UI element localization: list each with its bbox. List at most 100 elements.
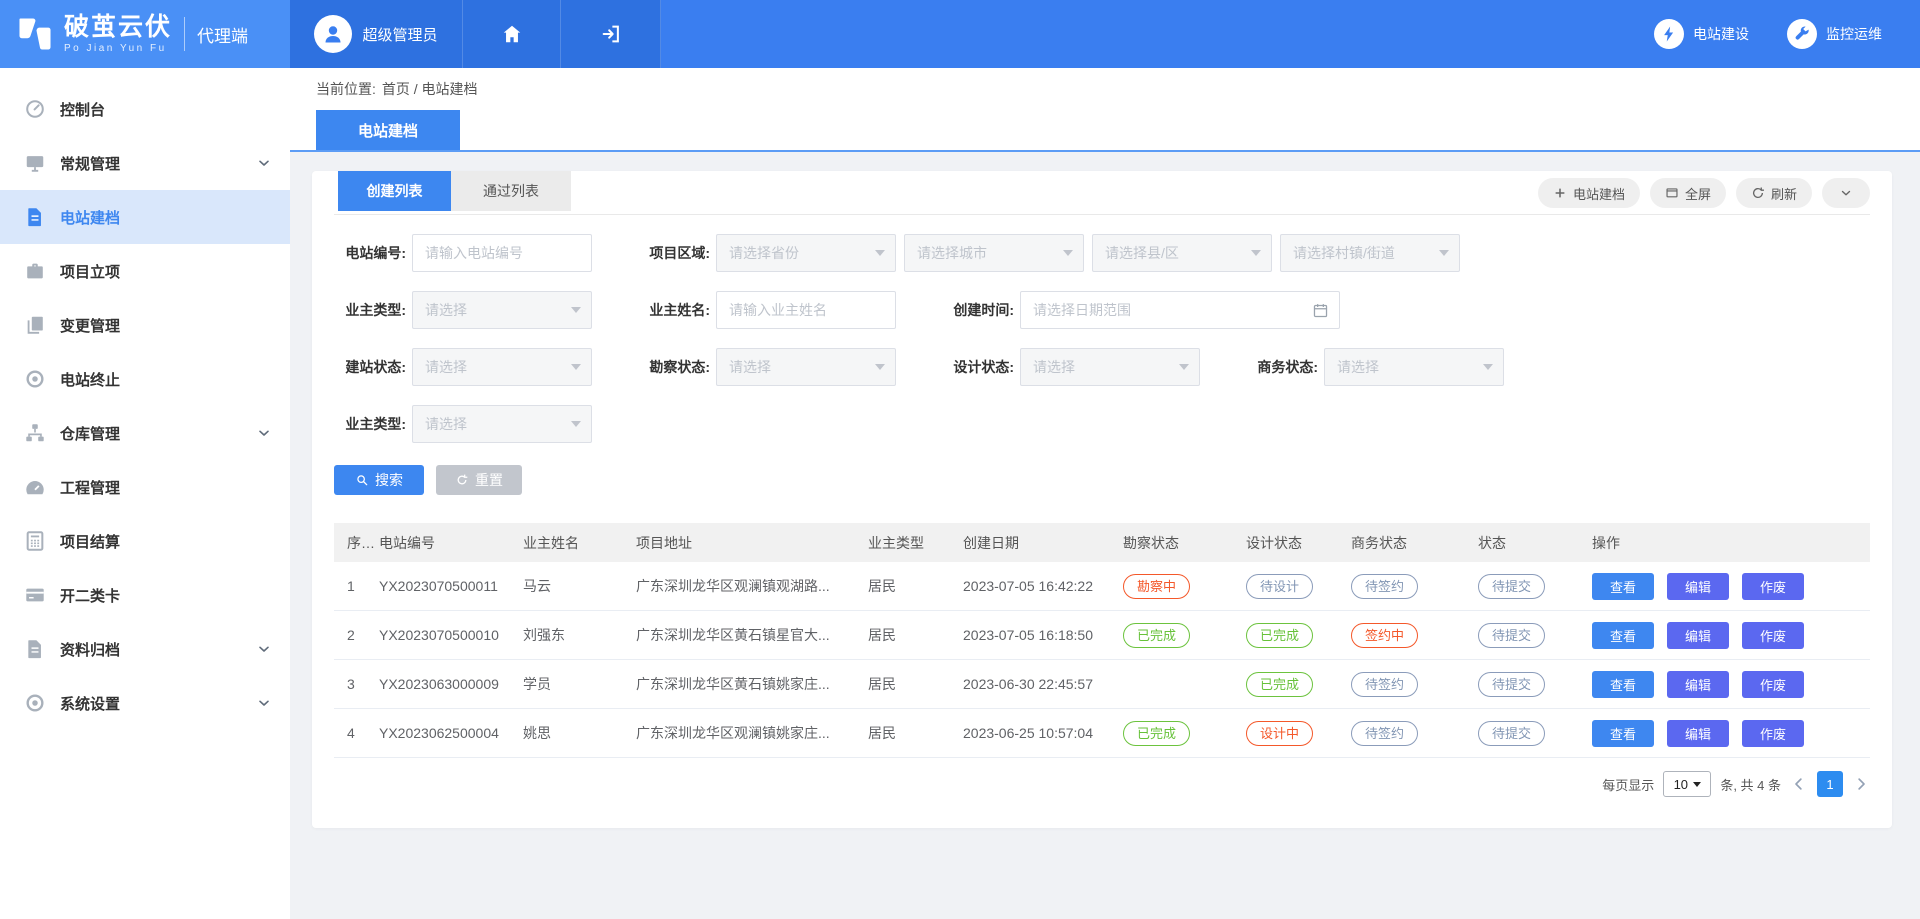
sidebar-item-label: 控制台 xyxy=(60,99,105,120)
sidebar-item-label: 工程管理 xyxy=(60,477,120,498)
brand: 破茧云伏 Po Jian Yun Fu 代理端 xyxy=(0,0,290,68)
owner-name-label: 业主姓名: xyxy=(638,300,710,320)
filter-station-code: 电站编号: xyxy=(334,234,592,272)
owner-type-select[interactable]: 请选择 xyxy=(412,291,592,329)
reset-button[interactable]: 重置 xyxy=(436,465,522,495)
owner-name-input[interactable] xyxy=(716,291,896,329)
status-badge-cell: 待提交 xyxy=(1478,623,1592,648)
date-range-picker[interactable]: 请选择日期范围 xyxy=(1020,291,1340,329)
view-button[interactable]: 查看 xyxy=(1592,573,1654,600)
business-status-badge-cell: 待签约 xyxy=(1351,672,1478,697)
per-page-select[interactable]: 10 xyxy=(1663,771,1711,797)
void-button[interactable]: 作废 xyxy=(1742,573,1804,600)
owner-type: 居民 xyxy=(868,576,963,596)
void-button[interactable]: 作废 xyxy=(1742,720,1804,747)
edit-button[interactable]: 编辑 xyxy=(1667,622,1729,649)
sidebar-item-settings[interactable]: 系统设置 xyxy=(0,676,290,730)
total-count-label: 条, 共 4 条 xyxy=(1720,775,1781,794)
business-status-label: 商务状态: xyxy=(1246,357,1318,377)
user-name: 超级管理员 xyxy=(362,24,437,45)
sidebar-item-monitor[interactable]: 常规管理 xyxy=(0,136,290,190)
collapse-toolbar-button[interactable] xyxy=(1822,178,1870,208)
home-button[interactable] xyxy=(463,0,561,68)
bolt-icon xyxy=(1654,19,1684,49)
table-row: 1YX2023070500011马云广东深圳龙华区观澜镇观湖路...居民2023… xyxy=(334,562,1870,611)
owner-name: 姚思 xyxy=(523,723,636,743)
row-actions: 查看编辑作废 xyxy=(1592,671,1870,698)
reset-label: 重置 xyxy=(475,470,503,490)
sidebar-item-gauge[interactable]: 工程管理 xyxy=(0,460,290,514)
refresh-button[interactable]: 刷新 xyxy=(1736,178,1812,208)
owner-type-2-select[interactable]: 请选择 xyxy=(412,405,592,443)
filter-owner-name: 业主姓名: xyxy=(638,291,896,329)
sidebar-item-bank-card[interactable]: 开二类卡 xyxy=(0,568,290,622)
chevron-down-icon xyxy=(256,695,272,711)
chevron-down-icon xyxy=(256,155,272,171)
fullscreen-button[interactable]: 全屏 xyxy=(1650,178,1726,208)
table-row: 4YX2023062500004姚思广东深圳龙华区观澜镇姚家庄...居民2023… xyxy=(334,709,1870,758)
filter-row-1: 电站编号: 项目区域: 请选择省份 请选择城市 请选择县/区 请选择村镇/街道 xyxy=(334,234,1870,272)
brand-subtitle: Po Jian Yun Fu xyxy=(64,44,172,54)
edit-button[interactable]: 编辑 xyxy=(1667,671,1729,698)
sidebar-item-dashboard[interactable]: 控制台 xyxy=(0,82,290,136)
void-button[interactable]: 作废 xyxy=(1742,671,1804,698)
build-status-select[interactable]: 请选择 xyxy=(412,348,592,386)
create-time-label: 创建时间: xyxy=(942,300,1014,320)
sidebar-item-label: 电站建档 xyxy=(60,207,120,228)
view-button[interactable]: 查看 xyxy=(1592,671,1654,698)
archive-icon xyxy=(24,638,46,660)
business-status-placeholder: 请选择 xyxy=(1337,357,1379,377)
survey-status-select[interactable]: 请选择 xyxy=(716,348,896,386)
sidebar-item-document[interactable]: 电站建档 xyxy=(0,190,290,244)
sidebar-item-briefcase[interactable]: 项目立项 xyxy=(0,244,290,298)
city-select[interactable]: 请选择城市 xyxy=(904,234,1084,272)
next-page-button[interactable] xyxy=(1852,775,1870,793)
business-status-select[interactable]: 请选择 xyxy=(1324,348,1504,386)
caret-down-icon xyxy=(1063,250,1073,256)
nav-station-build[interactable]: 电站建设 xyxy=(1654,0,1749,68)
sidebar-item-label: 电站终止 xyxy=(60,369,120,390)
logout-button[interactable] xyxy=(561,0,661,68)
sidebar-item-label: 项目立项 xyxy=(60,261,120,282)
sidebar-item-copy[interactable]: 变更管理 xyxy=(0,298,290,352)
app-window: 破茧云伏 Po Jian Yun Fu 代理端 超级管理员 电站建设 监控运维 … xyxy=(0,0,1920,919)
search-button[interactable]: 搜索 xyxy=(334,465,424,495)
design-status-placeholder: 请选择 xyxy=(1033,357,1075,377)
town-select[interactable]: 请选择村镇/街道 xyxy=(1280,234,1460,272)
column-header: 业主姓名 xyxy=(523,533,636,553)
created-date: 2023-07-05 16:18:50 xyxy=(963,627,1123,643)
fullscreen-icon xyxy=(1665,186,1679,200)
sidebar-item-stop-circle[interactable]: 电站终止 xyxy=(0,352,290,406)
nav-monitor-ops[interactable]: 监控运维 xyxy=(1787,0,1882,68)
column-header: 勘察状态 xyxy=(1123,533,1246,553)
business-status-badge-cell: 待签约 xyxy=(1351,574,1478,599)
tab-passed-list[interactable]: 通过列表 xyxy=(451,171,571,211)
project-address: 广东深圳龙华区观澜镇观湖路... xyxy=(636,576,868,596)
row-index: 1 xyxy=(334,578,379,594)
sidebar-item-archive[interactable]: 资料归档 xyxy=(0,622,290,676)
province-select[interactable]: 请选择省份 xyxy=(716,234,896,272)
create-station-button[interactable]: 电站建档 xyxy=(1538,178,1640,208)
void-button[interactable]: 作废 xyxy=(1742,622,1804,649)
prev-page-button[interactable] xyxy=(1790,775,1808,793)
page-tab-station-archive[interactable]: 电站建档 xyxy=(316,110,460,150)
sidebar-item-warehouse[interactable]: 仓库管理 xyxy=(0,406,290,460)
survey-status-label: 勘察状态: xyxy=(638,357,710,377)
page-number-1[interactable]: 1 xyxy=(1817,771,1843,797)
county-select[interactable]: 请选择县/区 xyxy=(1092,234,1272,272)
filter-survey-status: 勘察状态: 请选择 xyxy=(638,348,896,386)
view-button[interactable]: 查看 xyxy=(1592,622,1654,649)
view-button[interactable]: 查看 xyxy=(1592,720,1654,747)
brand-text: 破茧云伏 Po Jian Yun Fu xyxy=(64,15,172,54)
survey-status-badge-cell: 已完成 xyxy=(1123,721,1246,746)
breadcrumb-path[interactable]: 首页 / 电站建档 xyxy=(382,79,478,99)
station-code-input[interactable] xyxy=(412,234,592,272)
design-status-badge: 已完成 xyxy=(1246,672,1313,697)
user-menu[interactable]: 超级管理员 xyxy=(290,0,463,68)
design-status-select[interactable]: 请选择 xyxy=(1020,348,1200,386)
sidebar-item-label: 资料归档 xyxy=(60,639,120,660)
sidebar-item-calculator[interactable]: 项目结算 xyxy=(0,514,290,568)
edit-button[interactable]: 编辑 xyxy=(1667,720,1729,747)
tab-create-list[interactable]: 创建列表 xyxy=(338,171,451,211)
edit-button[interactable]: 编辑 xyxy=(1667,573,1729,600)
